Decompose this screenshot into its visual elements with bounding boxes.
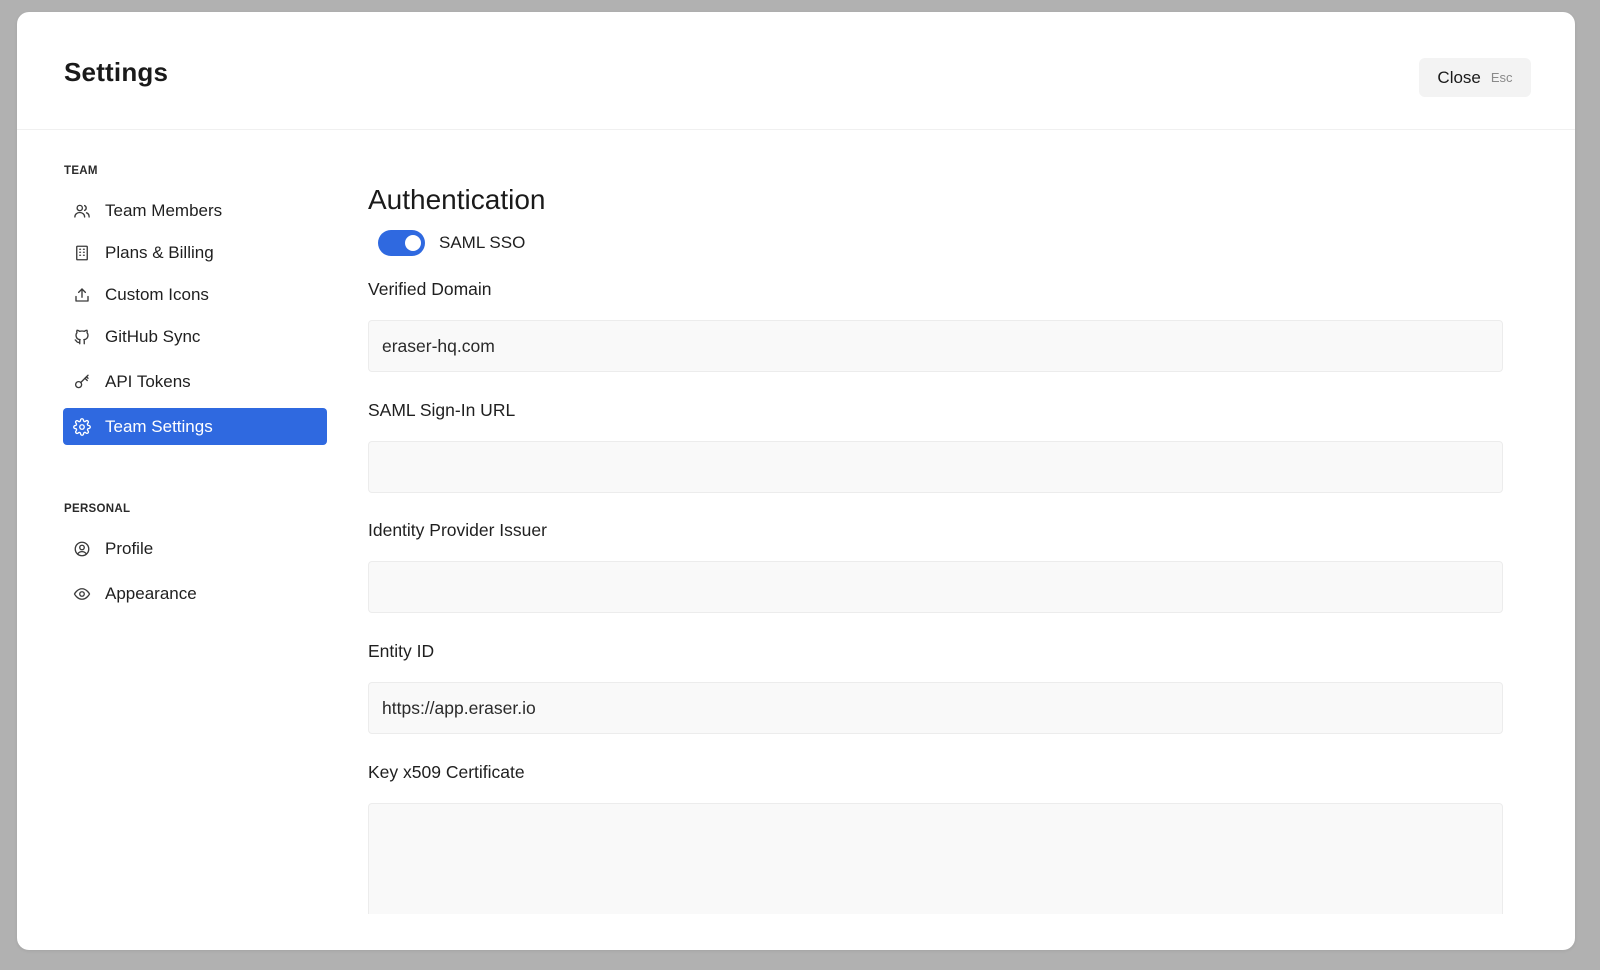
saml-sso-toggle[interactable]: [378, 230, 425, 256]
x509-certificate-textarea[interactable]: [368, 803, 1503, 914]
saml-sso-label: SAML SSO: [439, 233, 526, 252]
close-shortcut-hint: Esc: [1490, 70, 1513, 85]
saml-signin-url-input[interactable]: [368, 441, 1503, 493]
saml-signin-url-label: SAML Sign-In URL: [368, 400, 516, 420]
close-label: Close: [1437, 67, 1481, 87]
sidebar-item-label: Profile: [105, 538, 154, 558]
settings-modal: Settings Close Esc TEAM Team Members Pla…: [17, 12, 1575, 950]
sidebar-item-label: Custom Icons: [105, 284, 209, 304]
sidebar-item-plans-billing[interactable]: Plans & Billing: [63, 234, 327, 271]
modal-title: Settings: [64, 57, 169, 87]
verified-domain-label: Verified Domain: [368, 279, 492, 299]
sidebar-item-label: API Tokens: [105, 371, 191, 391]
sidebar-item-label: Plans & Billing: [105, 242, 214, 262]
sidebar-item-custom-icons[interactable]: Custom Icons: [63, 276, 327, 313]
x509-certificate-label: Key x509 Certificate: [368, 762, 525, 782]
sidebar-item-team-members[interactable]: Team Members: [63, 192, 327, 229]
sidebar-section-team: TEAM: [64, 165, 98, 177]
sidebar-item-label: Team Members: [105, 200, 223, 220]
idp-issuer-label: Identity Provider Issuer: [368, 520, 547, 540]
toggle-knob: [405, 235, 421, 251]
idp-issuer-input[interactable]: [368, 561, 1503, 613]
sidebar-item-label: GitHub Sync: [105, 326, 201, 346]
sidebar-item-team-settings[interactable]: Team Settings: [63, 408, 327, 445]
sidebar-item-api-tokens[interactable]: API Tokens: [63, 363, 327, 400]
verified-domain-input[interactable]: [368, 320, 1503, 372]
key-icon: [73, 373, 91, 391]
entity-id-label: Entity ID: [368, 641, 435, 661]
entity-id-input[interactable]: [368, 682, 1503, 734]
sidebar-item-label: Appearance: [105, 583, 197, 603]
eye-icon: [73, 585, 91, 603]
saml-sso-toggle-row: SAML SSO: [378, 230, 525, 256]
gear-icon: [73, 417, 91, 436]
sidebar-section-personal: PERSONAL: [64, 503, 131, 515]
github-icon: [73, 328, 91, 346]
close-button[interactable]: Close Esc: [1419, 58, 1531, 97]
modal-header: Settings Close Esc: [17, 12, 1575, 130]
upload-icon: [73, 286, 91, 304]
section-title: Authentication: [368, 184, 546, 215]
sidebar-item-profile[interactable]: Profile: [63, 530, 327, 567]
settings-sidebar: TEAM Team Members Plans & Billing Custom…: [63, 162, 327, 612]
user-circle-icon: [73, 540, 91, 558]
settings-content: Authentication SAML SSO Verified Domain …: [368, 162, 1508, 914]
sidebar-item-appearance[interactable]: Appearance: [63, 575, 327, 612]
users-icon: [73, 202, 91, 220]
sidebar-item-label: Team Settings: [105, 416, 213, 436]
receipt-icon: [73, 244, 91, 262]
sidebar-item-github-sync[interactable]: GitHub Sync: [63, 318, 327, 355]
